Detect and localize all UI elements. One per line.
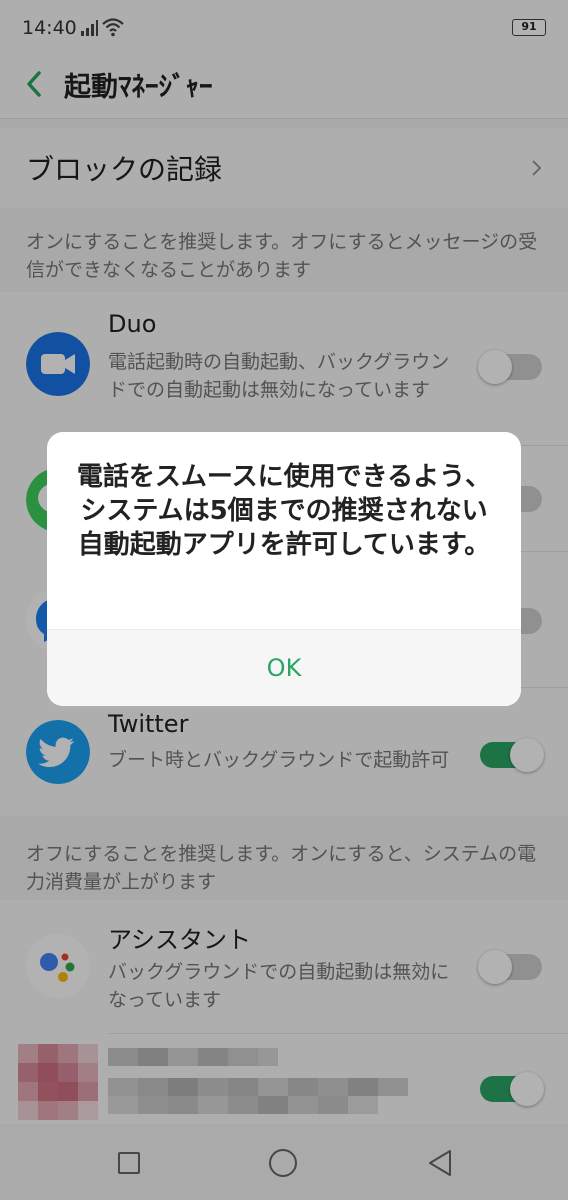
- ok-button[interactable]: OK: [47, 630, 521, 706]
- screen: 14:40 91 起動ﾏﾈｰｼﾞｬｰ ブロックの記録 オンにすることを推奨します…: [0, 0, 568, 1200]
- alert-dialog: 電話をスムースに使用できるよう、システムは5個までの推奨されない自動起動アプリを…: [47, 432, 521, 706]
- dialog-message: 電話をスムースに使用できるよう、システムは5個までの推奨されない自動起動アプリを…: [76, 462, 492, 560]
- dialog-footer: OK: [47, 629, 521, 706]
